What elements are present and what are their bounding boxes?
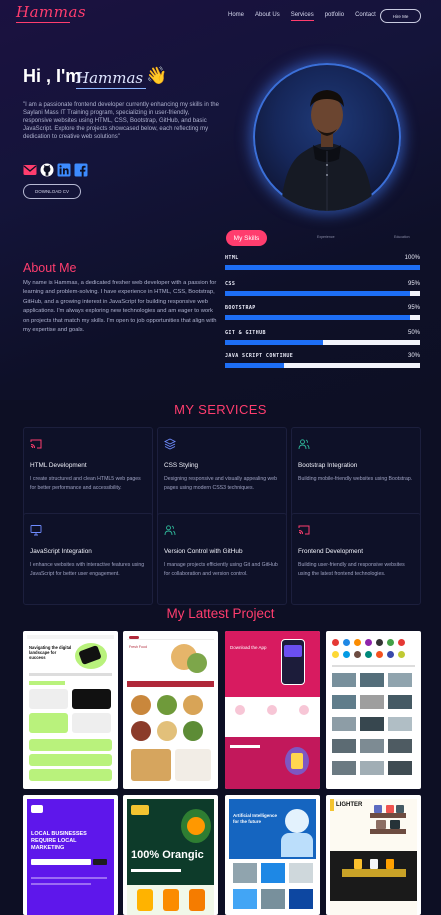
project-screenshot: LOCAL BUSINESSES REQUIRE LOCAL MARKETING	[27, 799, 114, 915]
project-screenshot: Fresh Food	[127, 635, 214, 785]
skill-percent: 95%	[407, 281, 420, 287]
github-icon[interactable]	[40, 163, 54, 177]
skill-percent: 95%	[407, 305, 420, 311]
skill-bar	[225, 291, 420, 296]
project-card-ai[interactable]: Artificial Intelligence for the future	[225, 795, 320, 915]
about-title: About Me	[23, 261, 77, 275]
nav-link-services[interactable]: Services	[290, 12, 314, 21]
service-title: JavaScript Integration	[30, 548, 92, 555]
project-screenshot: 100% Orangic	[127, 799, 214, 915]
project-banner: Navigating the digital landscape for suc…	[29, 645, 72, 660]
skill-percent: 100%	[404, 255, 420, 261]
project-card-marketing[interactable]: Navigating the digital landscape for suc…	[23, 631, 118, 789]
service-title: Bootstrap Integration	[298, 462, 358, 469]
tab-education[interactable]: Education	[394, 235, 410, 239]
service-card: HTML Development I create structured and…	[23, 427, 153, 519]
service-card: CSS Styling Designing responsive and vis…	[157, 427, 287, 519]
monitor-icon	[30, 525, 42, 536]
service-title: Frontend Development	[298, 548, 364, 555]
service-text: Building mobile-friendly websites using …	[298, 476, 413, 482]
nav-link-contact[interactable]: Contact	[355, 12, 376, 18]
site-logo[interactable]: Hammas	[16, 3, 86, 21]
project-card-app[interactable]: Download the App	[225, 631, 320, 789]
services-title: MY SERVICES	[174, 402, 267, 417]
facebook-icon[interactable]	[74, 163, 88, 177]
service-text: Building user-friendly and responsive we…	[298, 562, 405, 577]
service-title: CSS Styling	[164, 462, 199, 469]
cast-icon	[30, 439, 42, 449]
skill-percent: 50%	[407, 330, 420, 336]
skill-name: HTML	[225, 255, 239, 261]
project-screenshot: Download the App	[225, 631, 320, 789]
about-text: My name is Hammas, a dedicated fresher w…	[23, 280, 217, 334]
nav-links: Home About Us Services potfolio Contact	[228, 12, 387, 21]
linkedin-icon[interactable]	[57, 163, 71, 177]
project-screenshot	[330, 635, 417, 785]
skill-bar	[225, 265, 420, 270]
project-screenshot: Artificial Intelligence for the future	[229, 799, 316, 915]
project-banner: Artificial Intelligence for the future	[233, 813, 278, 824]
wave-icon: 👋	[146, 66, 168, 86]
skill-name: JAVA SCRIPT CONTINUE	[225, 353, 294, 359]
service-card: Bootstrap Integration Building mobile-fr…	[291, 427, 421, 519]
project-banner: LIGHTER	[336, 802, 363, 808]
nav-link-portfolio[interactable]: potfolio	[325, 12, 344, 18]
hero-name: Hammas	[76, 69, 144, 87]
hero-greeting: Hi , I'm	[23, 66, 82, 86]
nav-link-home[interactable]: Home	[228, 12, 244, 18]
hero-name-underline	[76, 88, 146, 89]
hire-me-button[interactable]: Hire Me	[380, 9, 421, 23]
service-text: I enhance websites with interactive feat…	[30, 562, 145, 577]
skill-bar	[225, 315, 420, 320]
projects-title: My Lattest Project	[166, 606, 275, 621]
project-card-food[interactable]: Fresh Food	[123, 631, 218, 789]
social-links	[23, 163, 88, 177]
users-icon	[164, 525, 176, 536]
project-banner: Fresh Food	[129, 645, 147, 649]
skill-bar	[225, 363, 420, 368]
layers-icon	[164, 438, 176, 450]
service-title: Version Control with GitHub	[164, 548, 243, 555]
skill-name: BOOTSTRAP	[225, 305, 256, 311]
skill-name: GIT & GITHUB	[225, 330, 266, 336]
tab-my-skills[interactable]: My Skills	[226, 230, 267, 246]
download-cv-button[interactable]: DOWNLOAD CV	[23, 184, 81, 199]
skill-bar-fill	[225, 315, 411, 320]
skill-bar	[225, 340, 420, 345]
project-card-lighter[interactable]: LIGHTER	[326, 795, 421, 915]
service-text: I manage projects efficiently using Git …	[164, 562, 278, 577]
project-card-juice[interactable]: 100% Orangic	[123, 795, 218, 915]
service-text: Designing responsive and visually appeal…	[164, 476, 278, 491]
service-text: I create structured and clean HTML5 web …	[30, 476, 141, 491]
skill-bar-fill	[225, 291, 411, 296]
project-card-cars[interactable]	[326, 631, 421, 789]
profile-person-image	[281, 90, 373, 211]
hero-bio: "I am a passionate frontend developer cu…	[23, 102, 219, 141]
users-icon	[298, 439, 310, 450]
profile-photo	[253, 63, 401, 211]
top-navbar: Hammas Home About Us Services potfolio C…	[0, 0, 441, 34]
skill-bar-fill	[225, 265, 420, 270]
project-banner: LOCAL BUSINESSES REQUIRE LOCAL MARKETING	[31, 831, 87, 851]
logo-underline	[16, 22, 70, 23]
skill-bar-fill	[225, 363, 284, 368]
tab-experience[interactable]: Experience	[317, 235, 335, 239]
skill-percent: 30%	[407, 353, 420, 359]
project-screenshot: LIGHTER	[330, 799, 417, 915]
skill-bar-fill	[225, 340, 323, 345]
service-title: HTML Development	[30, 462, 87, 469]
cast-icon	[298, 525, 310, 535]
mail-icon[interactable]	[23, 163, 37, 177]
service-card: Frontend Development Building user-frien…	[291, 513, 421, 605]
portfolio-page: Hammas Home About Us Services potfolio C…	[0, 0, 441, 915]
service-card: JavaScript Integration I enhance website…	[23, 513, 153, 605]
project-banner: 100% Orangic	[131, 849, 204, 861]
nav-link-about[interactable]: About Us	[255, 12, 280, 18]
project-banner: Download the App	[230, 645, 267, 650]
project-card-local-business[interactable]: LOCAL BUSINESSES REQUIRE LOCAL MARKETING	[23, 795, 118, 915]
skill-name: CSS	[225, 281, 236, 287]
service-card: Version Control with GitHub I manage pro…	[157, 513, 287, 605]
project-screenshot: Navigating the digital landscape for suc…	[27, 635, 114, 785]
